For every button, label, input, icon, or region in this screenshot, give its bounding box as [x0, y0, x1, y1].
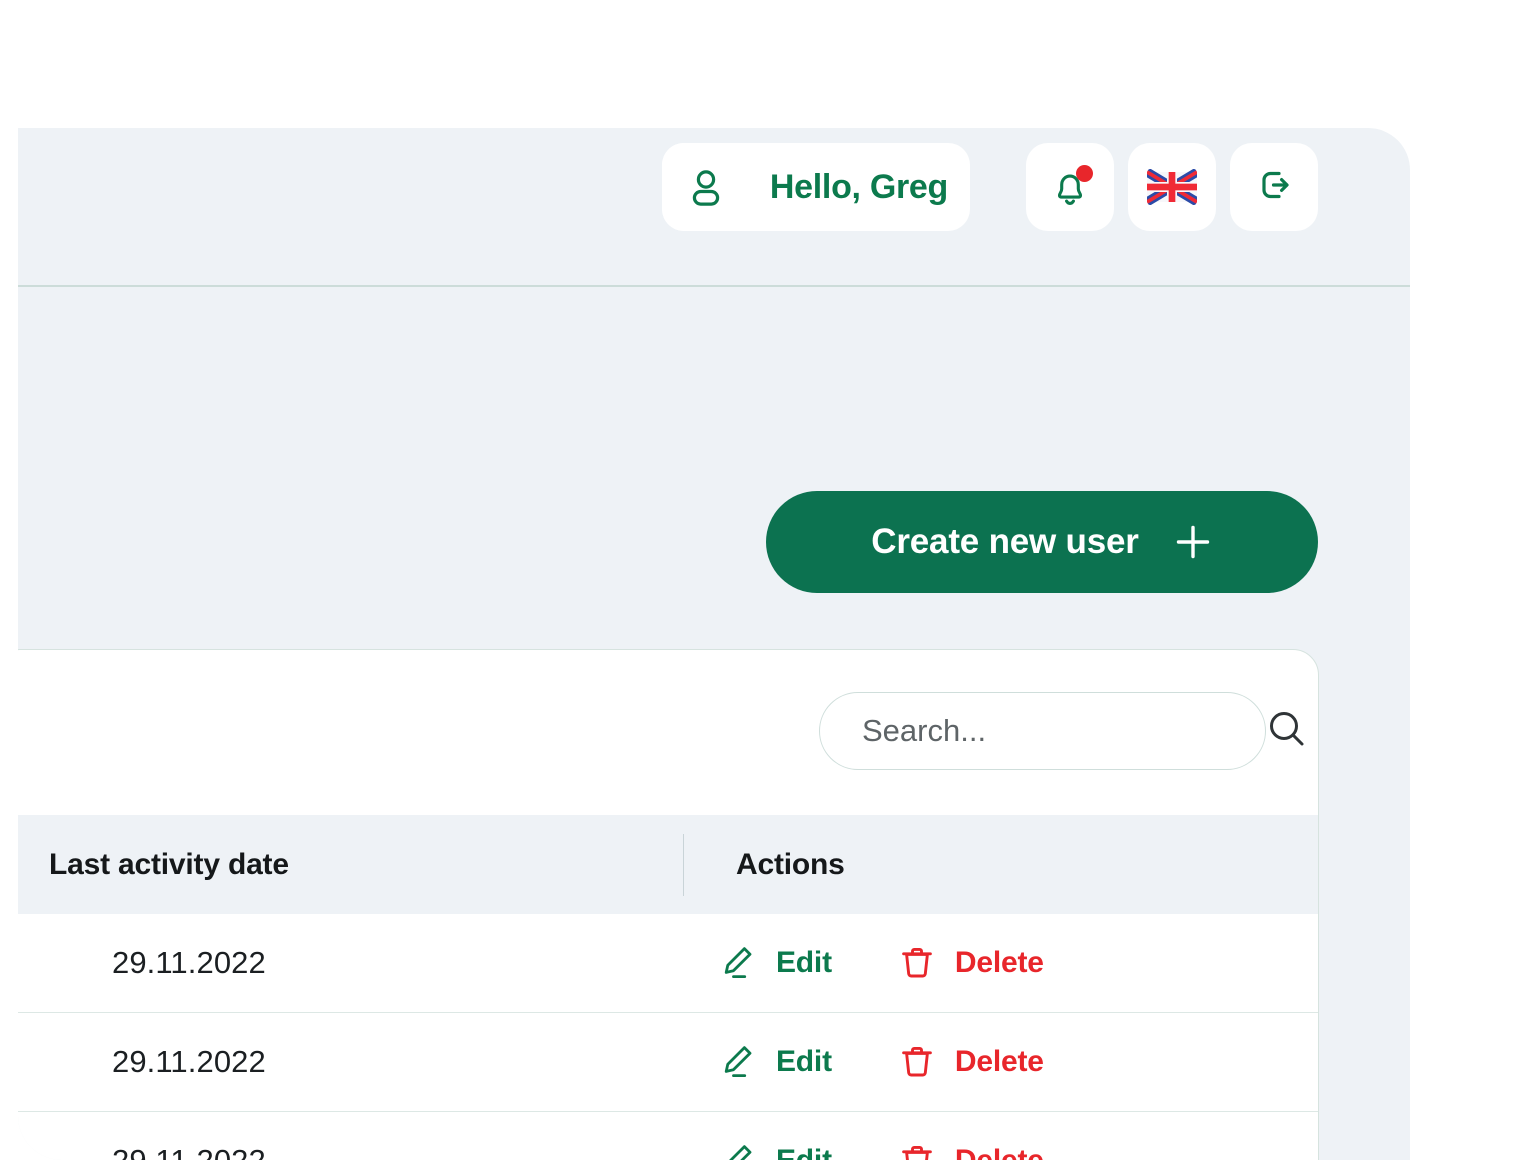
search-icon[interactable]: [1263, 705, 1311, 758]
table-body: 29.11.2022 Edit Delete 29.11.2022 Edit D…: [18, 914, 1318, 1160]
language-switcher-button[interactable]: [1128, 143, 1216, 231]
bell-icon: [1048, 165, 1093, 209]
trash-icon: [896, 942, 938, 984]
delete-button[interactable]: Delete: [896, 1140, 1044, 1160]
cell-last-activity-date: 29.11.2022: [18, 1143, 683, 1160]
cell-last-activity-date: 29.11.2022: [112, 1044, 266, 1079]
toolbar-area: Create new user: [18, 286, 1410, 649]
delete-button[interactable]: Delete: [896, 942, 1044, 984]
table-row: 29.11.2022 Edit: [18, 1112, 1318, 1160]
user-greeting-button[interactable]: Hello, Greg: [661, 143, 970, 231]
app-window: Hello, Greg Create new user Search... La…: [18, 0, 1502, 1160]
table-toolbar: [18, 650, 1318, 815]
uk-flag-icon: [1147, 169, 1197, 205]
trash-icon: [896, 1140, 938, 1160]
delete-label: Delete: [954, 1045, 1044, 1078]
edit-label: Edit: [776, 946, 832, 979]
users-table-card: Last activity date Actions 29.11.2022: [18, 649, 1319, 1160]
create-new-user-label: Create new user: [871, 522, 1139, 561]
delete-button[interactable]: Delete: [896, 1041, 1044, 1083]
pencil-icon: [717, 1041, 759, 1083]
edit-button[interactable]: Edit: [717, 1140, 832, 1160]
create-new-user-button[interactable]: Create new user: [766, 491, 1318, 593]
edit-label: Edit: [776, 1045, 832, 1078]
delete-label: Delete: [955, 1144, 1044, 1160]
content-panel: Hello, Greg Create new user Search... La…: [18, 128, 1410, 1160]
notification-badge-dot: [1076, 165, 1093, 182]
cell-actions: Edit Delete: [683, 942, 1283, 984]
pencil-icon: [717, 942, 759, 984]
cell-actions: Edit Delete: [683, 1140, 1283, 1160]
edit-button[interactable]: Edit: [717, 1041, 832, 1083]
column-header-last-activity-date: Last activity date: [49, 847, 289, 881]
logout-button[interactable]: [1230, 143, 1318, 231]
search-field[interactable]: [819, 692, 1304, 770]
notifications-button[interactable]: [1026, 143, 1114, 231]
top-bar: Hello, Greg: [18, 128, 1410, 287]
table-header-row: Last activity date Actions: [18, 815, 1318, 914]
logout-icon: [1252, 163, 1296, 212]
table-row: 29.11.2022 Edit: [18, 1013, 1318, 1112]
trash-icon: [896, 1041, 938, 1083]
plus-icon: [1173, 522, 1213, 562]
search-input[interactable]: [860, 712, 1263, 750]
pencil-icon: [717, 1140, 759, 1160]
header-actions: Hello, Greg: [661, 143, 1318, 231]
cell-last-activity-date: 29.11.2022: [112, 945, 266, 980]
table-row: 29.11.2022 Edit: [18, 914, 1318, 1013]
column-header-actions: Actions: [736, 847, 845, 881]
edit-button[interactable]: Edit: [717, 942, 832, 984]
cell-actions: Edit Delete: [683, 1041, 1283, 1083]
greeting-text: Hello, Greg: [769, 167, 948, 206]
delete-label: Delete: [954, 946, 1044, 979]
user-icon: [661, 143, 750, 231]
edit-label: Edit: [776, 1144, 832, 1160]
